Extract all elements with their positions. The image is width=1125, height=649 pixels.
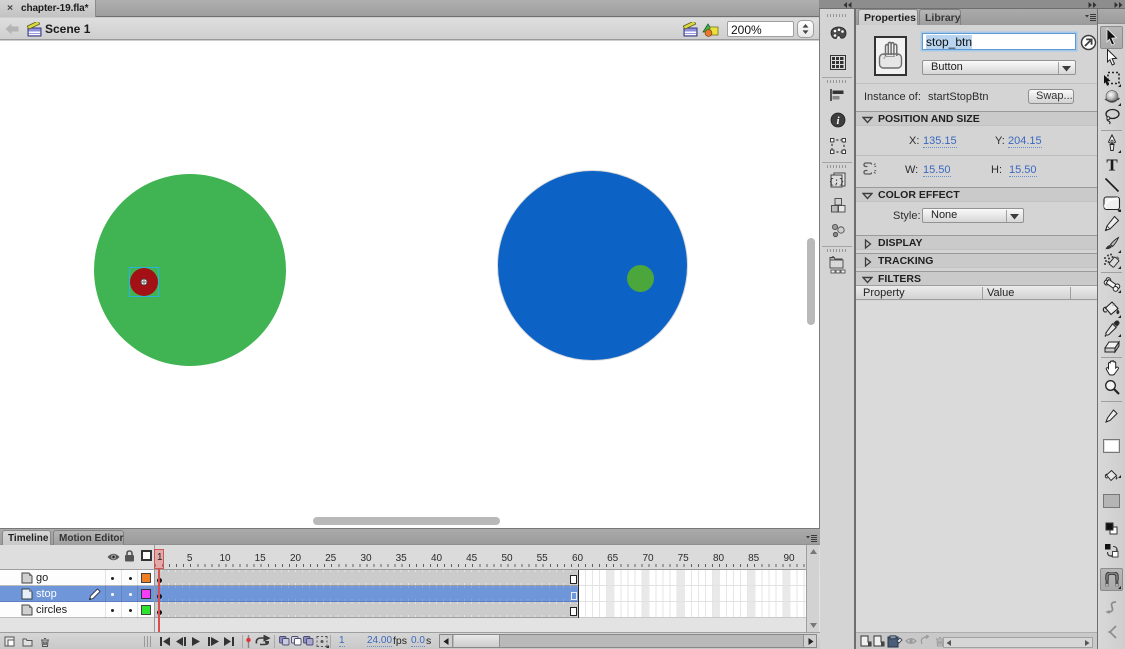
svg-text:{;}: {;}: [830, 177, 844, 187]
svg-text:T: T: [1106, 156, 1118, 172]
